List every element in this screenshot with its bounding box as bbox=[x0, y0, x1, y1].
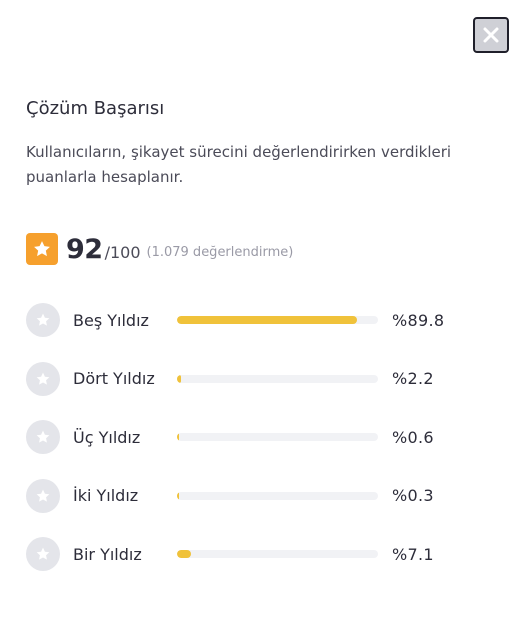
star-icon bbox=[26, 478, 60, 513]
solution-success-modal: Çözüm Başarısı Kullanıcıların, şikayet s… bbox=[0, 0, 531, 619]
close-button[interactable] bbox=[473, 17, 509, 53]
modal-title: Çözüm Başarısı bbox=[26, 98, 165, 119]
rating-row: Beş Yıldız %89.8 bbox=[26, 303, 506, 337]
rating-percent: %2.2 bbox=[392, 369, 434, 389]
rating-label: Bir Yıldız bbox=[73, 544, 142, 564]
rating-label: Dört Yıldız bbox=[73, 369, 155, 389]
rating-progress-bar bbox=[177, 374, 378, 383]
star-icon bbox=[26, 303, 60, 337]
star-icon bbox=[26, 537, 60, 572]
rating-progress-fill bbox=[177, 374, 182, 383]
score-max: /100 bbox=[104, 242, 141, 262]
rating-progress-bar bbox=[177, 316, 378, 324]
rating-label: Üç Yıldız bbox=[73, 427, 141, 447]
rating-row: İki Yıldız %0.3 bbox=[26, 478, 506, 513]
star-icon bbox=[26, 420, 60, 455]
rating-progress-fill bbox=[177, 433, 179, 442]
rating-row: Üç Yıldız %0.6 bbox=[26, 420, 506, 455]
rating-percent: %0.3 bbox=[392, 486, 434, 506]
rating-progress-bar bbox=[177, 550, 378, 559]
rating-label: Beş Yıldız bbox=[73, 310, 149, 330]
modal-description: Kullanıcıların, şikayet sürecini değerle… bbox=[26, 143, 452, 186]
score-value: 92 bbox=[66, 233, 103, 265]
close-icon bbox=[482, 26, 500, 44]
rating-row: Bir Yıldız %7.1 bbox=[26, 537, 506, 572]
rating-percent: %0.6 bbox=[392, 427, 434, 447]
rating-percent: %7.1 bbox=[392, 544, 434, 564]
rating-percent: %89.8 bbox=[392, 310, 445, 330]
rating-progress-fill bbox=[177, 316, 358, 324]
rating-row: Dört Yıldız %2.2 bbox=[26, 361, 506, 396]
review-count: (1.079 değerlendirme) bbox=[146, 244, 294, 260]
rating-progress-fill bbox=[177, 550, 192, 559]
rating-breakdown: Beş Yıldız %89.8 Dört Yıldız %2.2 Üç Yıldız%… bbox=[26, 303, 506, 596]
score-summary: 92 /100 (1.079 değerlendirme) bbox=[26, 232, 293, 266]
rating-progress-bar bbox=[177, 433, 378, 442]
star-icon bbox=[26, 361, 60, 396]
star-icon bbox=[26, 233, 58, 265]
rating-progress-bar bbox=[177, 491, 378, 500]
rating-label: İki Yıldız bbox=[73, 486, 139, 506]
rating-progress-fill bbox=[177, 491, 179, 500]
